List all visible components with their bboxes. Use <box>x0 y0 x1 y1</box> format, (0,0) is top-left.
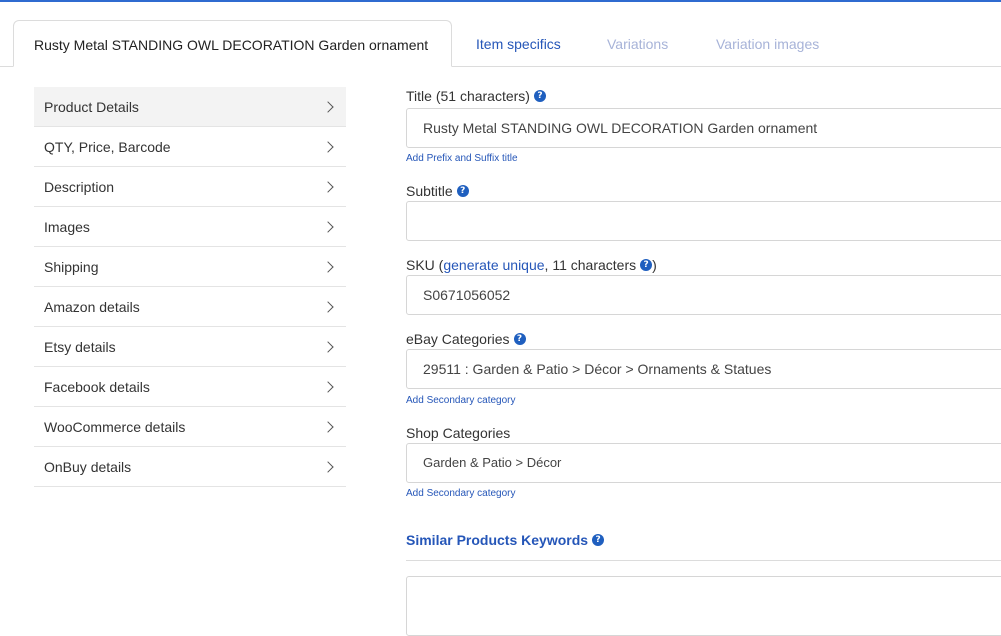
chevron-right-icon <box>322 460 334 473</box>
sidebar-nav: Product Details QTY, Price, Barcode Desc… <box>34 87 346 487</box>
tab-variations[interactable]: Variations <box>607 20 668 67</box>
help-icon[interactable]: ? <box>592 534 605 546</box>
tab-bar: Rusty Metal STANDING OWL DECORATION Gard… <box>0 20 1001 67</box>
sidebar-item-label: Description <box>44 178 115 195</box>
shop-categories-select[interactable]: Garden & Patio > Décor <box>406 443 1001 483</box>
shop-categories-label: Shop Categories <box>406 425 510 441</box>
sku-input[interactable]: S0671056052 <box>406 275 1001 315</box>
sidebar-item-images[interactable]: Images <box>34 207 346 247</box>
help-icon[interactable]: ? <box>640 259 653 271</box>
chevron-right-icon <box>322 420 334 433</box>
tab-item-specifics[interactable]: Item specifics <box>476 20 561 67</box>
subtitle-label-text: Subtitle <box>406 183 453 199</box>
subtitle-input[interactable] <box>406 201 1001 241</box>
sidebar-item-description[interactable]: Description <box>34 167 346 207</box>
tab-product-title[interactable]: Rusty Metal STANDING OWL DECORATION Gard… <box>13 20 452 67</box>
help-icon[interactable]: ? <box>513 333 526 345</box>
shop-categories-label-text: Shop Categories <box>406 425 511 441</box>
sidebar-item-label: QTY, Price, Barcode <box>44 138 171 155</box>
subtitle-label: Subtitle ? <box>406 183 469 199</box>
chevron-right-icon <box>322 100 334 113</box>
ebay-categories-input[interactable]: 29511 : Garden & Patio > Décor > Ornamen… <box>406 349 1001 389</box>
chevron-right-icon <box>322 300 334 313</box>
help-icon[interactable]: ? <box>533 90 546 102</box>
chevron-right-icon <box>322 380 334 393</box>
add-secondary-shop-category-link[interactable]: Add Secondary category <box>406 488 516 499</box>
title-input[interactable]: Rusty Metal STANDING OWL DECORATION Gard… <box>406 108 1001 148</box>
tab-variation-images[interactable]: Variation images <box>716 20 819 67</box>
add-secondary-ebay-category-link[interactable]: Add Secondary category <box>406 395 516 406</box>
help-icon[interactable]: ? <box>456 185 469 197</box>
sidebar-item-label: Product Details <box>44 98 139 115</box>
ebay-categories-label-text: eBay Categories <box>406 331 510 347</box>
sidebar-item-amazon-details[interactable]: Amazon details <box>34 287 346 327</box>
sidebar-item-label: Images <box>44 218 90 235</box>
chevron-right-icon <box>322 340 334 353</box>
chevron-right-icon <box>322 140 334 153</box>
similar-products-keywords-text: Similar Products Keywords <box>406 532 589 548</box>
top-accent-line <box>0 0 1001 2</box>
similar-products-keywords-input[interactable] <box>406 576 1001 636</box>
similar-products-keywords-title: Similar Products Keywords ? <box>406 532 605 548</box>
sidebar-item-facebook-details[interactable]: Facebook details <box>34 367 346 407</box>
sku-label: SKU (generate unique, 11 characters ?) <box>406 257 657 273</box>
sidebar-item-label: Facebook details <box>44 378 150 395</box>
section-divider <box>406 560 1001 561</box>
chevron-right-icon <box>322 220 334 233</box>
title-label-text: Title (51 characters) <box>406 88 530 104</box>
sku-label-prefix: SKU ( <box>406 257 444 273</box>
sku-label-suffix: , 11 characters <box>544 257 637 273</box>
sidebar-item-etsy-details[interactable]: Etsy details <box>34 327 346 367</box>
sidebar-item-product-details[interactable]: Product Details <box>34 87 346 127</box>
sidebar-item-onbuy-details[interactable]: OnBuy details <box>34 447 346 487</box>
chevron-right-icon <box>322 180 334 193</box>
chevron-right-icon <box>322 260 334 273</box>
sidebar-item-shipping[interactable]: Shipping <box>34 247 346 287</box>
title-label: Title (51 characters) ? <box>406 88 546 104</box>
generate-unique-sku-link[interactable]: generate unique <box>443 257 544 273</box>
sidebar-item-label: OnBuy details <box>44 458 132 475</box>
sidebar-item-label: WooCommerce details <box>44 418 186 435</box>
sidebar-item-qty-price-barcode[interactable]: QTY, Price, Barcode <box>34 127 346 167</box>
add-prefix-suffix-link[interactable]: Add Prefix and Suffix title <box>406 153 518 164</box>
sidebar-item-label: Shipping <box>44 258 99 275</box>
sidebar-item-label: Amazon details <box>44 298 140 315</box>
sku-label-close: ) <box>652 257 657 273</box>
sidebar-item-label: Etsy details <box>44 338 116 355</box>
sidebar-item-woocommerce-details[interactable]: WooCommerce details <box>34 407 346 447</box>
ebay-categories-label: eBay Categories ? <box>406 331 526 347</box>
